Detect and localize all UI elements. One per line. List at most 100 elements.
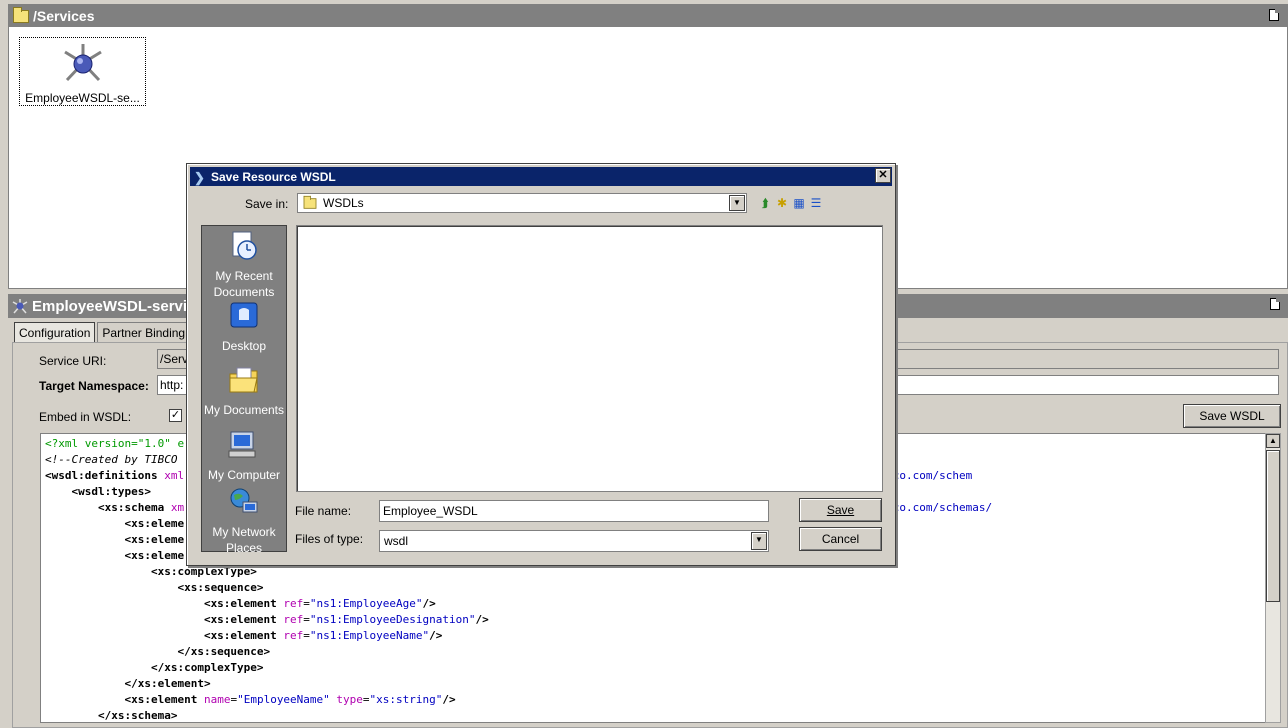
files-of-type-combobox[interactable]: wsdl ▼: [379, 530, 769, 552]
maximize-icon[interactable]: [1270, 298, 1280, 310]
code-token: <xs:eleme: [45, 517, 185, 530]
recent-documents-icon: [232, 231, 257, 260]
place-my-network-places[interactable]: My Network Places: [202, 486, 286, 556]
close-dialog-button[interactable]: ✕: [875, 168, 891, 183]
files-of-type-value: wsdl: [384, 534, 409, 548]
code-line: <xs:element ref="ns1:EmployeeAge"/>: [45, 596, 1261, 612]
code-token: <xs:element: [45, 613, 284, 626]
code-line: </xs:schema>: [45, 708, 1261, 722]
code-token: ref: [283, 613, 304, 626]
service-resource-label: EmployeeWSDL-se...: [25, 91, 140, 105]
save-wsdl-button[interactable]: Save WSDL: [1183, 404, 1281, 428]
code-token: />: [475, 613, 489, 626]
code-token: "xs:string": [369, 693, 443, 706]
place-my-recent-documents[interactable]: My Recent Documents: [202, 230, 286, 300]
chevron-down-icon[interactable]: ▼: [751, 532, 767, 550]
service-icon: [63, 44, 102, 82]
code-token: <xs:element: [45, 693, 204, 706]
save-in-label: Save in:: [245, 197, 289, 211]
tab-partner-binding[interactable]: Partner Binding: [97, 322, 191, 342]
code-token: ref: [283, 629, 304, 642]
code-token: <xs:eleme: [45, 549, 185, 562]
code-token: type: [336, 693, 363, 706]
place-label: Desktop: [221, 339, 267, 353]
code-token: "ns1:EmployeeDesignation": [309, 613, 476, 626]
code-token: <wsdl:types>: [45, 485, 151, 498]
code-line: </xs:sequence>: [45, 644, 1261, 660]
code-token: =: [303, 613, 310, 626]
code-line: </xs:element>: [45, 676, 1261, 692]
embed-in-wsdl-checkbox[interactable]: ✓: [169, 409, 182, 422]
cancel-button[interactable]: Cancel: [799, 527, 882, 551]
code-token: <xs:eleme: [45, 533, 185, 546]
code-token: <xs:complexType>: [45, 565, 257, 578]
code-token: </xs:element>: [45, 677, 211, 690]
maximize-icon[interactable]: [1269, 9, 1279, 21]
code-token: xm: [170, 501, 185, 514]
code-token: <wsdl:definitions: [45, 469, 165, 482]
service-small-icon: [12, 299, 28, 314]
detail-panel-title: EmployeeWSDL-servi: [32, 297, 188, 315]
save-button-label: Save: [826, 503, 855, 517]
scroll-up-arrow-icon[interactable]: ▲: [1266, 434, 1280, 448]
dialog-title: Save Resource WSDL: [211, 169, 336, 184]
desktop-icon: [230, 302, 258, 328]
code-token: />: [429, 629, 443, 642]
scroll-thumb[interactable]: [1266, 450, 1280, 602]
target-namespace-label: Target Namespace:: [39, 379, 149, 393]
code-token: =: [303, 629, 310, 642]
services-panel-header: /Services: [9, 5, 1287, 27]
save-in-value: WSDLs: [323, 196, 364, 210]
details-view-icon[interactable]: ☰: [808, 195, 824, 211]
code-token: "ns1:EmployeeName": [309, 629, 430, 642]
file-name-input[interactable]: Employee_WSDL: [379, 500, 769, 522]
code-line: <xs:element name="EmployeeName" type="xs…: [45, 692, 1261, 708]
code-line: </xs:complexType>: [45, 660, 1261, 676]
service-resource-item[interactable]: EmployeeWSDL-se...: [19, 37, 146, 106]
tab-bar: Configuration Partner Binding: [14, 322, 192, 342]
dialog-title-bar[interactable]: ❯ Save Resource WSDL ✕: [190, 167, 892, 186]
code-token: />: [442, 693, 456, 706]
code-line: <xs:complexType>: [45, 564, 1261, 580]
embed-in-wsdl-label: Embed in WSDL:: [39, 410, 132, 424]
services-panel-title: /Services: [33, 8, 95, 24]
code-token: "ns1:EmployeeAge": [309, 597, 423, 610]
place-my-documents[interactable]: My Documents: [202, 364, 286, 418]
code-line: <xs:sequence>: [45, 580, 1261, 596]
up-folder-icon[interactable]: ⮭: [757, 195, 773, 211]
code-token: <!--Created by TIBCO: [45, 453, 178, 466]
folder-icon: [303, 195, 317, 209]
files-of-type-label: Files of type:: [295, 532, 364, 546]
code-token: ref: [283, 597, 304, 610]
save-resource-dialog: ❯ Save Resource WSDL ✕ Save in: WSDLs ▼ …: [186, 163, 896, 566]
code-token: </xs:complexType>: [45, 661, 264, 674]
place-label: My Recent Documents: [213, 269, 275, 299]
code-token: =: [362, 693, 370, 706]
tibco-logo-icon: ❯: [194, 169, 205, 185]
tab-configuration[interactable]: Configuration: [14, 322, 96, 342]
code-token: <xs:element: [45, 629, 284, 642]
new-folder-icon[interactable]: ✱: [774, 195, 790, 211]
place-my-computer[interactable]: My Computer: [202, 429, 286, 483]
place-label: My Network Places: [212, 525, 276, 555]
code-token: "EmployeeName": [237, 693, 337, 706]
code-token: <xs:schema: [45, 501, 171, 514]
service-uri-label: Service URI:: [39, 354, 107, 368]
file-list[interactable]: [296, 225, 883, 492]
place-label: My Computer: [207, 468, 281, 482]
dialog-toolbar: ⮭ ✱ ▦ ☰: [757, 195, 824, 211]
code-token: </xs:schema>: [45, 709, 178, 722]
place-label: My Documents: [203, 403, 285, 417]
list-view-icon[interactable]: ▦: [791, 195, 807, 211]
chevron-down-icon[interactable]: ▼: [729, 195, 745, 211]
network-places-icon: [230, 488, 258, 513]
code-token: name: [203, 693, 231, 706]
save-in-combobox[interactable]: WSDLs ▼: [297, 193, 747, 213]
code-token: <xs:sequence>: [45, 581, 264, 594]
folder-icon: [13, 6, 29, 23]
place-desktop[interactable]: Desktop: [202, 300, 286, 354]
code-vertical-scrollbar[interactable]: ▲: [1265, 433, 1281, 723]
code-line: <xs:element ref="ns1:EmployeeName"/>: [45, 628, 1261, 644]
code-token: =: [303, 597, 310, 610]
save-button[interactable]: Save: [799, 498, 882, 522]
